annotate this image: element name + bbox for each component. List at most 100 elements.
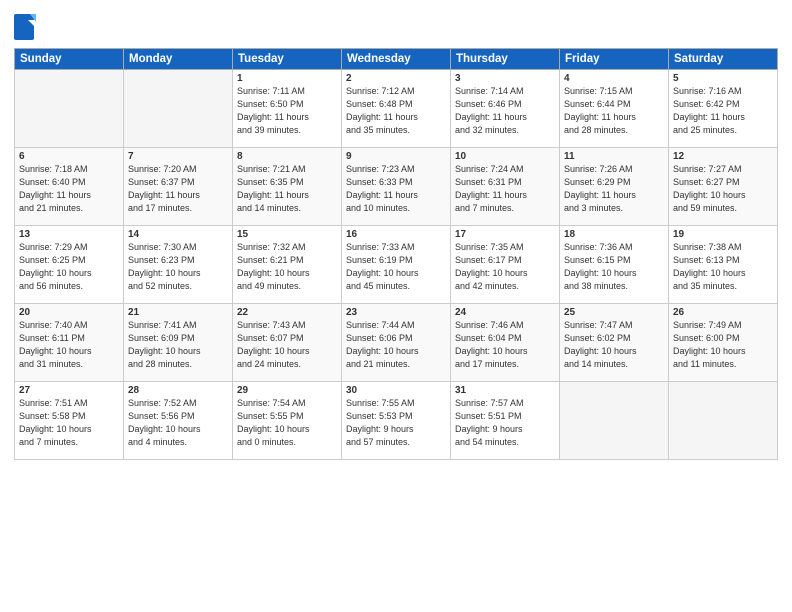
day-number: 8: [237, 151, 337, 162]
day-number: 19: [673, 229, 773, 240]
day-number: 12: [673, 151, 773, 162]
day-number: 5: [673, 73, 773, 84]
calendar-cell: 4Sunrise: 7:15 AM Sunset: 6:44 PM Daylig…: [560, 70, 669, 148]
day-number: 21: [128, 307, 228, 318]
day-number: 25: [564, 307, 664, 318]
calendar-cell: 19Sunrise: 7:38 AM Sunset: 6:13 PM Dayli…: [669, 226, 778, 304]
day-info: Sunrise: 7:52 AM Sunset: 5:56 PM Dayligh…: [128, 397, 228, 449]
calendar-cell: 9Sunrise: 7:23 AM Sunset: 6:33 PM Daylig…: [342, 148, 451, 226]
calendar-cell: 21Sunrise: 7:41 AM Sunset: 6:09 PM Dayli…: [124, 304, 233, 382]
calendar-week-4: 20Sunrise: 7:40 AM Sunset: 6:11 PM Dayli…: [15, 304, 778, 382]
calendar-cell: 24Sunrise: 7:46 AM Sunset: 6:04 PM Dayli…: [451, 304, 560, 382]
calendar-table: SundayMondayTuesdayWednesdayThursdayFrid…: [14, 48, 778, 460]
day-number: 28: [128, 385, 228, 396]
calendar-cell: 31Sunrise: 7:57 AM Sunset: 5:51 PM Dayli…: [451, 382, 560, 460]
day-info: Sunrise: 7:36 AM Sunset: 6:15 PM Dayligh…: [564, 241, 664, 293]
calendar-cell: 13Sunrise: 7:29 AM Sunset: 6:25 PM Dayli…: [15, 226, 124, 304]
day-info: Sunrise: 7:30 AM Sunset: 6:23 PM Dayligh…: [128, 241, 228, 293]
calendar-cell: 20Sunrise: 7:40 AM Sunset: 6:11 PM Dayli…: [15, 304, 124, 382]
day-number: 17: [455, 229, 555, 240]
calendar-cell: 14Sunrise: 7:30 AM Sunset: 6:23 PM Dayli…: [124, 226, 233, 304]
day-info: Sunrise: 7:15 AM Sunset: 6:44 PM Dayligh…: [564, 85, 664, 137]
day-number: 18: [564, 229, 664, 240]
day-info: Sunrise: 7:20 AM Sunset: 6:37 PM Dayligh…: [128, 163, 228, 215]
day-info: Sunrise: 7:24 AM Sunset: 6:31 PM Dayligh…: [455, 163, 555, 215]
calendar-cell: 6Sunrise: 7:18 AM Sunset: 6:40 PM Daylig…: [15, 148, 124, 226]
day-info: Sunrise: 7:55 AM Sunset: 5:53 PM Dayligh…: [346, 397, 446, 449]
calendar-cell: 23Sunrise: 7:44 AM Sunset: 6:06 PM Dayli…: [342, 304, 451, 382]
calendar-tbody: 1Sunrise: 7:11 AM Sunset: 6:50 PM Daylig…: [15, 70, 778, 460]
calendar-cell: 26Sunrise: 7:49 AM Sunset: 6:00 PM Dayli…: [669, 304, 778, 382]
calendar-cell: 15Sunrise: 7:32 AM Sunset: 6:21 PM Dayli…: [233, 226, 342, 304]
day-number: 16: [346, 229, 446, 240]
day-number: 30: [346, 385, 446, 396]
day-number: 13: [19, 229, 119, 240]
day-info: Sunrise: 7:35 AM Sunset: 6:17 PM Dayligh…: [455, 241, 555, 293]
calendar-week-2: 6Sunrise: 7:18 AM Sunset: 6:40 PM Daylig…: [15, 148, 778, 226]
day-header-sunday: Sunday: [15, 49, 124, 70]
calendar-cell: 18Sunrise: 7:36 AM Sunset: 6:15 PM Dayli…: [560, 226, 669, 304]
calendar-cell: 27Sunrise: 7:51 AM Sunset: 5:58 PM Dayli…: [15, 382, 124, 460]
calendar-cell: 30Sunrise: 7:55 AM Sunset: 5:53 PM Dayli…: [342, 382, 451, 460]
calendar-cell: 28Sunrise: 7:52 AM Sunset: 5:56 PM Dayli…: [124, 382, 233, 460]
day-header-tuesday: Tuesday: [233, 49, 342, 70]
calendar-cell: 3Sunrise: 7:14 AM Sunset: 6:46 PM Daylig…: [451, 70, 560, 148]
day-info: Sunrise: 7:26 AM Sunset: 6:29 PM Dayligh…: [564, 163, 664, 215]
day-number: 20: [19, 307, 119, 318]
day-number: 15: [237, 229, 337, 240]
day-header-thursday: Thursday: [451, 49, 560, 70]
day-number: 9: [346, 151, 446, 162]
day-info: Sunrise: 7:51 AM Sunset: 5:58 PM Dayligh…: [19, 397, 119, 449]
day-info: Sunrise: 7:14 AM Sunset: 6:46 PM Dayligh…: [455, 85, 555, 137]
day-header-friday: Friday: [560, 49, 669, 70]
day-info: Sunrise: 7:47 AM Sunset: 6:02 PM Dayligh…: [564, 319, 664, 371]
calendar-cell: 2Sunrise: 7:12 AM Sunset: 6:48 PM Daylig…: [342, 70, 451, 148]
day-number: 7: [128, 151, 228, 162]
calendar-cell: 12Sunrise: 7:27 AM Sunset: 6:27 PM Dayli…: [669, 148, 778, 226]
logo-icon: [14, 14, 36, 42]
day-header-saturday: Saturday: [669, 49, 778, 70]
day-info: Sunrise: 7:18 AM Sunset: 6:40 PM Dayligh…: [19, 163, 119, 215]
day-info: Sunrise: 7:40 AM Sunset: 6:11 PM Dayligh…: [19, 319, 119, 371]
day-info: Sunrise: 7:29 AM Sunset: 6:25 PM Dayligh…: [19, 241, 119, 293]
calendar-week-3: 13Sunrise: 7:29 AM Sunset: 6:25 PM Dayli…: [15, 226, 778, 304]
calendar-cell: 8Sunrise: 7:21 AM Sunset: 6:35 PM Daylig…: [233, 148, 342, 226]
day-number: 31: [455, 385, 555, 396]
day-number: 6: [19, 151, 119, 162]
calendar-container: SundayMondayTuesdayWednesdayThursdayFrid…: [0, 0, 792, 466]
calendar-cell: 5Sunrise: 7:16 AM Sunset: 6:42 PM Daylig…: [669, 70, 778, 148]
day-number: 26: [673, 307, 773, 318]
calendar-cell: 7Sunrise: 7:20 AM Sunset: 6:37 PM Daylig…: [124, 148, 233, 226]
calendar-cell: 29Sunrise: 7:54 AM Sunset: 5:55 PM Dayli…: [233, 382, 342, 460]
day-info: Sunrise: 7:33 AM Sunset: 6:19 PM Dayligh…: [346, 241, 446, 293]
day-info: Sunrise: 7:54 AM Sunset: 5:55 PM Dayligh…: [237, 397, 337, 449]
calendar-cell: 1Sunrise: 7:11 AM Sunset: 6:50 PM Daylig…: [233, 70, 342, 148]
day-info: Sunrise: 7:46 AM Sunset: 6:04 PM Dayligh…: [455, 319, 555, 371]
day-info: Sunrise: 7:43 AM Sunset: 6:07 PM Dayligh…: [237, 319, 337, 371]
day-number: 11: [564, 151, 664, 162]
calendar-cell: [669, 382, 778, 460]
calendar-cell: 25Sunrise: 7:47 AM Sunset: 6:02 PM Dayli…: [560, 304, 669, 382]
day-info: Sunrise: 7:11 AM Sunset: 6:50 PM Dayligh…: [237, 85, 337, 137]
calendar-cell: 11Sunrise: 7:26 AM Sunset: 6:29 PM Dayli…: [560, 148, 669, 226]
day-number: 27: [19, 385, 119, 396]
calendar-cell: 16Sunrise: 7:33 AM Sunset: 6:19 PM Dayli…: [342, 226, 451, 304]
day-number: 10: [455, 151, 555, 162]
day-number: 2: [346, 73, 446, 84]
day-info: Sunrise: 7:57 AM Sunset: 5:51 PM Dayligh…: [455, 397, 555, 449]
day-number: 14: [128, 229, 228, 240]
day-info: Sunrise: 7:41 AM Sunset: 6:09 PM Dayligh…: [128, 319, 228, 371]
calendar-cell: [15, 70, 124, 148]
calendar-thead: SundayMondayTuesdayWednesdayThursdayFrid…: [15, 49, 778, 70]
logo: [14, 14, 38, 42]
calendar-cell: 17Sunrise: 7:35 AM Sunset: 6:17 PM Dayli…: [451, 226, 560, 304]
day-info: Sunrise: 7:16 AM Sunset: 6:42 PM Dayligh…: [673, 85, 773, 137]
day-number: 4: [564, 73, 664, 84]
day-info: Sunrise: 7:12 AM Sunset: 6:48 PM Dayligh…: [346, 85, 446, 137]
day-info: Sunrise: 7:49 AM Sunset: 6:00 PM Dayligh…: [673, 319, 773, 371]
day-info: Sunrise: 7:21 AM Sunset: 6:35 PM Dayligh…: [237, 163, 337, 215]
calendar-cell: 10Sunrise: 7:24 AM Sunset: 6:31 PM Dayli…: [451, 148, 560, 226]
day-number: 22: [237, 307, 337, 318]
calendar-week-1: 1Sunrise: 7:11 AM Sunset: 6:50 PM Daylig…: [15, 70, 778, 148]
calendar-cell: [560, 382, 669, 460]
